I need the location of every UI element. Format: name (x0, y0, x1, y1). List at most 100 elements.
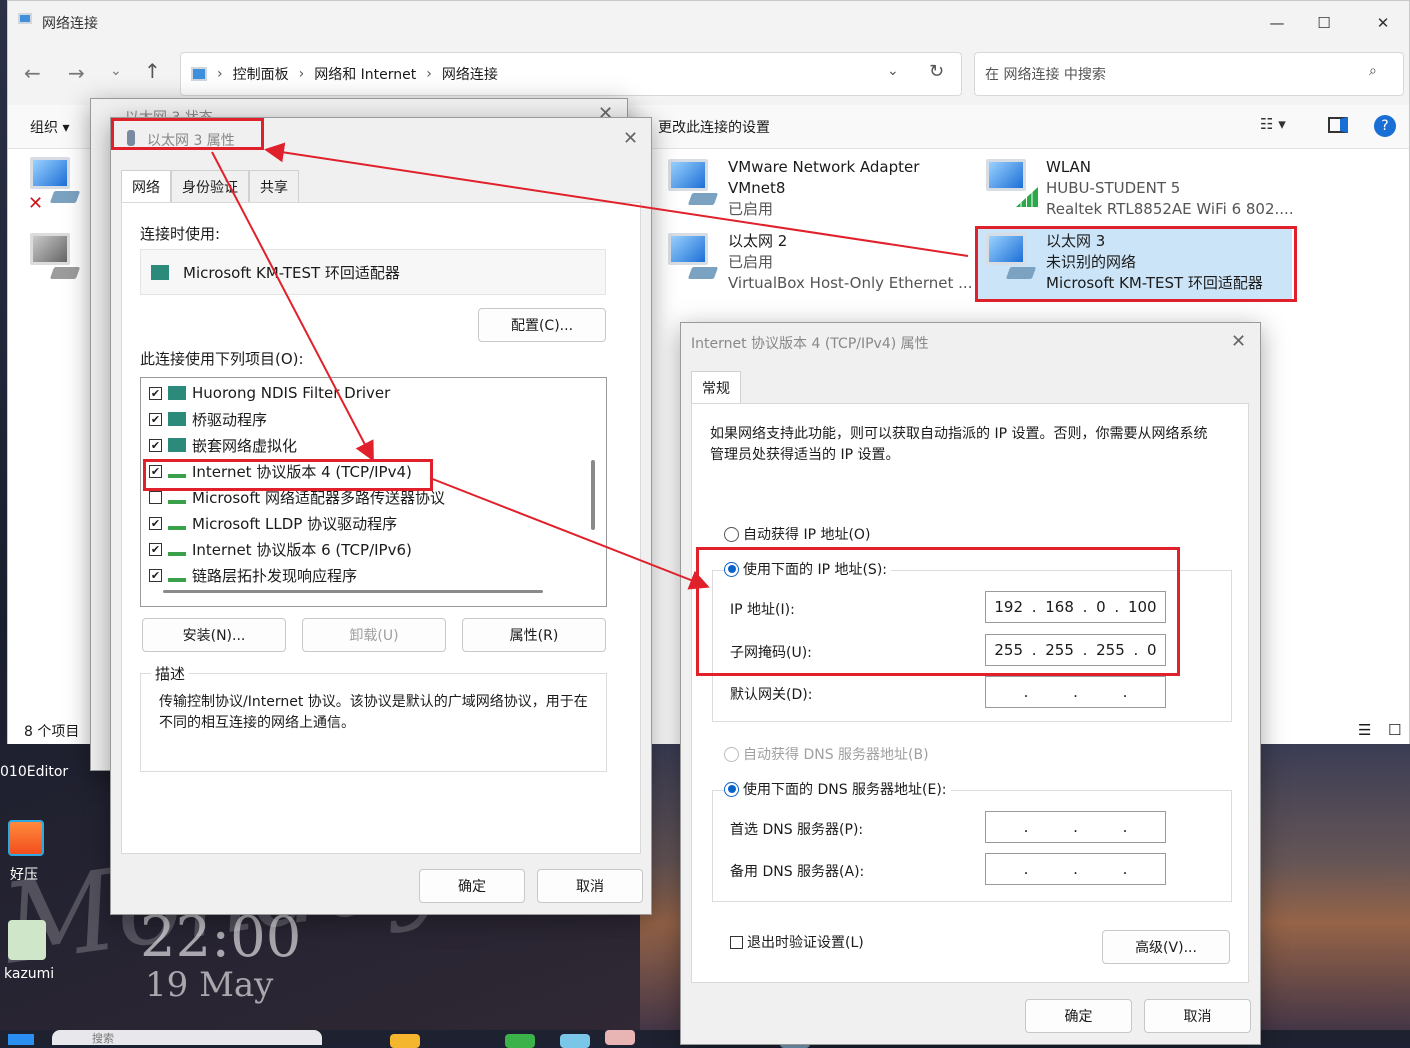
tab-general[interactable]: 常规 (691, 371, 741, 404)
adapter-properties-dialog: 以太网 3 属性 ✕ 网络 身份验证 共享 连接时使用: Microsoft K… (110, 117, 652, 915)
view-options-icon[interactable]: ☷ ▾ (1260, 115, 1286, 133)
component-item[interactable]: ✔ 链路层拓扑发现响应程序 (149, 562, 598, 588)
browser-icon[interactable] (560, 1034, 590, 1048)
checkbox-checked[interactable]: ✔ (149, 386, 162, 400)
breadcrumb-network-connections[interactable]: 网络连接 (442, 64, 498, 84)
protocol-icon (168, 412, 186, 426)
cancel-button[interactable]: 取消 (1144, 999, 1251, 1033)
up-arrow-icon[interactable]: ↑ (144, 59, 161, 83)
component-item[interactable]: ✔ 桥驱动程序 (149, 406, 598, 432)
auto-dns-radio[interactable]: 自动获得 DNS 服务器地址(B) (724, 744, 929, 764)
preferred-dns-field[interactable]: ... (985, 811, 1166, 843)
auto-ip-radio[interactable]: 自动获得 IP 地址(O) (724, 524, 870, 544)
taskbar-search[interactable]: 搜索 (52, 1030, 322, 1045)
properties-button[interactable]: 属性(R) (462, 618, 606, 652)
checkbox-checked[interactable]: ✔ (149, 516, 162, 530)
minimize-button[interactable]: — (1254, 3, 1300, 43)
component-item[interactable]: ✔ Huorong NDIS Filter Driver (149, 380, 598, 406)
maximize-button[interactable]: ☐ (1301, 3, 1347, 43)
wifi-adapter-icon (984, 157, 1038, 207)
component-item[interactable]: ✔ Microsoft LLDP 协议驱动程序 (149, 510, 598, 536)
tab-strip: 网络 身份验证 共享 (121, 170, 299, 203)
adapter-name: WLAN (1046, 158, 1092, 176)
manual-dns-radio[interactable]: 使用下面的 DNS 服务器地址(E): (724, 779, 951, 799)
search-icon: ⌕ (1369, 63, 1377, 79)
organize-label: 组织 (30, 120, 58, 136)
component-label: Microsoft LLDP 协议驱动程序 (192, 514, 398, 533)
desktop-icon-010editor[interactable]: 010Editor (0, 764, 68, 780)
close-button[interactable]: ✕ (1360, 3, 1406, 43)
adapter-vmnet8[interactable]: VMware Network Adapter VMnet8 已启用 (666, 157, 919, 220)
tab-network[interactable]: 网络 (121, 170, 171, 203)
close-icon[interactable]: ✕ (1231, 331, 1246, 352)
validate-checkbox[interactable]: 退出时验证设置(L) (730, 932, 864, 952)
checkbox-checked[interactable]: ✔ (149, 542, 162, 556)
change-settings-button[interactable]: 更改此连接的设置 (658, 117, 770, 137)
adapter-item-other[interactable] (28, 231, 81, 281)
cancel-button[interactable]: 取消 (537, 869, 643, 903)
install-button[interactable]: 安装(N)... (142, 618, 286, 652)
ok-button[interactable]: 确定 (1025, 999, 1132, 1033)
gateway-label: 默认网关(D): (730, 687, 813, 703)
checkbox-checked[interactable]: ✔ (149, 438, 162, 452)
active-app-icon[interactable] (605, 1030, 635, 1045)
network-adapter-icon (28, 231, 81, 281)
checkbox-checked[interactable]: ✔ (149, 568, 162, 582)
checkbox-checked[interactable]: ✔ (149, 412, 162, 426)
address-dropdown-icon[interactable]: ⌄ (887, 63, 899, 79)
gateway-field[interactable]: ... (985, 676, 1166, 708)
alternate-dns-label: 备用 DNS 服务器(A): (730, 864, 865, 880)
details-view-icon[interactable]: ☰ (1358, 721, 1371, 739)
auto-ip-label: 自动获得 IP 地址(O) (743, 527, 871, 543)
list-scrollbar[interactable] (591, 460, 595, 530)
breadcrumb-control-panel[interactable]: 控制面板 (233, 64, 289, 84)
description-label: 描述 (151, 663, 190, 684)
network-tab-panel: 连接时使用: Microsoft KM-TEST 环回适配器 配置(C)... … (121, 202, 641, 854)
organize-button[interactable]: 组织 ▾ (30, 117, 69, 137)
forward-arrow-icon[interactable]: → (68, 61, 85, 85)
adapter-ethernet-2[interactable]: 以太网 2 已启用 VirtualBox Host-Only Ethernet ..… (666, 231, 972, 294)
ok-button[interactable]: 确定 (419, 869, 525, 903)
network-adapter-icon (666, 157, 719, 207)
tab-sharing[interactable]: 共享 (249, 170, 299, 203)
configure-button[interactable]: 配置(C)... (478, 308, 606, 342)
refresh-icon[interactable]: ↻ (929, 61, 944, 82)
close-icon[interactable]: ✕ (623, 128, 638, 149)
annotation-box-ipv4 (143, 459, 433, 491)
advanced-button[interactable]: 高级(V)... (1102, 930, 1230, 964)
chevron-right-icon: › (426, 66, 432, 82)
auto-dns-label: 自动获得 DNS 服务器地址(B) (743, 747, 929, 763)
horizontal-scrollbar[interactable] (163, 590, 543, 593)
uninstall-button[interactable]: 卸载(U) (302, 618, 446, 652)
ipv4-properties-dialog: Internet 协议版本 4 (TCP/IPv4) 属性 ✕ 常规 如果网络支… (680, 322, 1261, 1045)
tiles-view-icon[interactable]: ☐ (1388, 721, 1401, 739)
start-icon[interactable] (8, 1034, 34, 1045)
alternate-dns-field[interactable]: ... (985, 853, 1166, 885)
adapter-device: VirtualBox Host-Only Ethernet ... (728, 274, 973, 292)
taskbar-search-label: 搜索 (92, 1032, 114, 1045)
adapter-wlan[interactable]: WLAN HUBU-STUDENT 5 Realtek RTL8852AE WiFi… (984, 157, 1294, 220)
address-bar[interactable]: › 控制面板 › 网络和 Internet › 网络连接 ⌄ ↻ (180, 52, 962, 96)
component-item[interactable]: ✔ 嵌套网络虚拟化 (149, 432, 598, 458)
preview-pane-icon[interactable] (1328, 117, 1348, 133)
checkbox-unchecked[interactable] (149, 490, 162, 504)
folder-icon[interactable] (390, 1034, 420, 1048)
search-input[interactable]: 在 网络连接 中搜索 ⌕ (974, 52, 1404, 96)
app-icon[interactable] (505, 1034, 535, 1048)
component-item[interactable]: ✔ Internet 协议版本 6 (TCP/IPv6) (149, 536, 598, 562)
help-icon[interactable]: ? (1374, 115, 1396, 137)
desktop-icon-label: kazumi (4, 966, 55, 982)
kazumi-icon[interactable] (8, 920, 46, 960)
adapter-name: 以太网 2 (728, 232, 788, 250)
components-list[interactable]: ✔ Huorong NDIS Filter Driver ✔ 桥驱动程序 ✔ 嵌套网络虚拟… (140, 377, 607, 607)
manual-dns-label: 使用下面的 DNS 服务器地址(E): (743, 782, 947, 798)
tab-authentication[interactable]: 身份验证 (171, 170, 249, 203)
items-label: 此连接使用下列项目(O): (140, 350, 304, 368)
haozip-icon[interactable] (8, 820, 46, 858)
component-label: 嵌套网络虚拟化 (192, 436, 298, 455)
dns-group (712, 790, 1232, 902)
adapter-item-disabled[interactable]: ✕ (28, 155, 81, 214)
back-arrow-icon[interactable]: ← (24, 61, 41, 85)
breadcrumb-network-internet[interactable]: 网络和 Internet (314, 64, 416, 84)
chevron-down-icon[interactable]: ⌄ (110, 63, 122, 79)
